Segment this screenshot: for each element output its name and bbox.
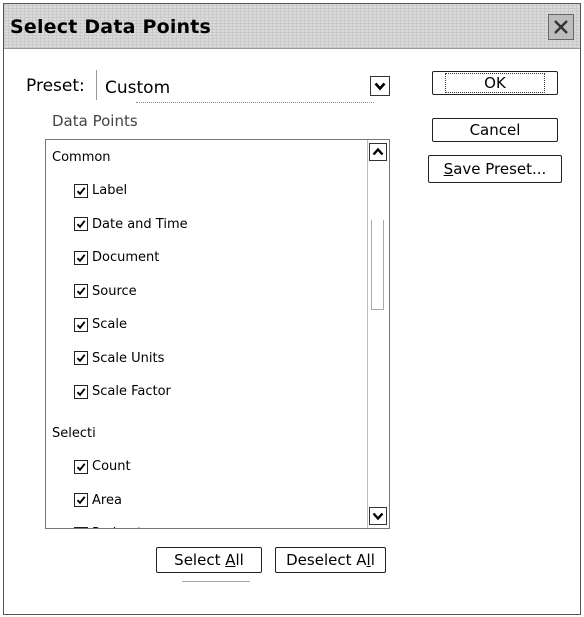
checkbox[interactable] [74,459,88,474]
ok-button-label: OK [445,73,545,93]
list-item[interactable]: Count [74,456,131,478]
scroll-up-button[interactable] [369,143,387,161]
save-preset-label-post: ave Preset... [453,160,547,178]
list-item[interactable]: Document [74,247,159,269]
preset-value: Custom [105,78,171,98]
deselect-all-label-pre: Deselect A [286,551,367,569]
checkbox[interactable] [74,526,88,528]
list-section-header: Common [52,150,111,165]
list-item[interactable]: Scale Units [74,347,164,369]
checkbox[interactable] [74,317,88,332]
deselect-all-button[interactable]: Deselect All [275,547,386,573]
preset-label: Preset: [26,76,85,96]
data-points-group-label: Data Points [52,112,138,130]
select-data-points-dialog: Select Data Points Preset: Custom Data P… [3,3,581,615]
list-section-header: Selecti [52,426,96,441]
list-item[interactable]: Scale Factor [74,381,171,403]
ok-button[interactable]: OK [432,71,558,95]
divider [136,102,374,104]
checkbox[interactable] [74,217,88,231]
list-item-label: Source [92,283,137,299]
checkmark-icon [76,186,86,195]
checkbox[interactable] [74,284,88,298]
checkbox[interactable] [74,183,88,198]
checkmark-icon [76,496,86,505]
deselect-all-label-post: l [370,551,375,569]
select-all-button[interactable]: Select All [156,547,262,573]
list-item-label: Scale Factor [92,384,171,399]
checkmark-icon [76,462,86,471]
list-item[interactable]: Date and Time [74,213,188,235]
cancel-button-label: Cancel [469,121,521,139]
close-button[interactable] [548,14,574,40]
select-all-label-pre: Select [174,551,226,569]
data-points-list-content: Common Label Date and Time Document Source Sc… [46,140,368,528]
list-item-label: Count [92,459,131,474]
preset-dropdown-arrow[interactable] [370,76,390,96]
vertical-scrollbar[interactable] [367,140,389,528]
checkmark-icon [76,220,86,229]
checkmark-icon [76,253,86,262]
select-all-accelerator: A [225,551,236,569]
chevron-down-icon [372,512,384,521]
dialog-title: Select Data Points [10,16,212,38]
list-item[interactable]: Label [74,180,127,202]
scroll-thumb[interactable] [371,220,384,310]
list-item[interactable]: Source [74,280,137,302]
checkbox[interactable] [74,493,88,507]
save-preset-accelerator: S [443,160,454,178]
chevron-down-icon [374,82,386,91]
list-item[interactable]: Scale [74,314,127,336]
checkmark-icon [76,287,86,296]
cancel-button[interactable]: Cancel [432,118,558,142]
list-item-label: Scale Units [92,350,165,366]
preset-dropdown[interactable]: Custom [96,70,392,100]
checkbox[interactable] [74,384,88,399]
chevron-up-icon [372,147,384,156]
close-icon [554,20,568,34]
checkmark-icon [76,387,86,396]
list-item-label: Scale [92,317,127,332]
list-item-label: Area [92,492,122,508]
checkmark-icon [76,354,86,363]
select-all-label-post: ll [235,551,244,569]
data-points-list[interactable]: Common Label Date and Time Document Source Sc… [45,139,390,529]
list-item[interactable]: Perimeter [74,523,155,528]
checkbox[interactable] [74,351,88,365]
save-preset-button[interactable]: Save Preset... [428,155,562,183]
checkmark-icon [76,320,86,329]
title-bar[interactable]: Select Data Points [4,4,580,49]
scroll-down-button[interactable] [369,507,387,525]
list-item-label: Document [92,250,160,265]
list-item[interactable]: Area [74,489,122,511]
divider [182,581,250,583]
list-item-label: Label [92,183,128,198]
checkbox[interactable] [74,250,88,265]
list-item-label: Perimeter [92,526,155,528]
list-item-label: Date and Time [92,216,188,232]
